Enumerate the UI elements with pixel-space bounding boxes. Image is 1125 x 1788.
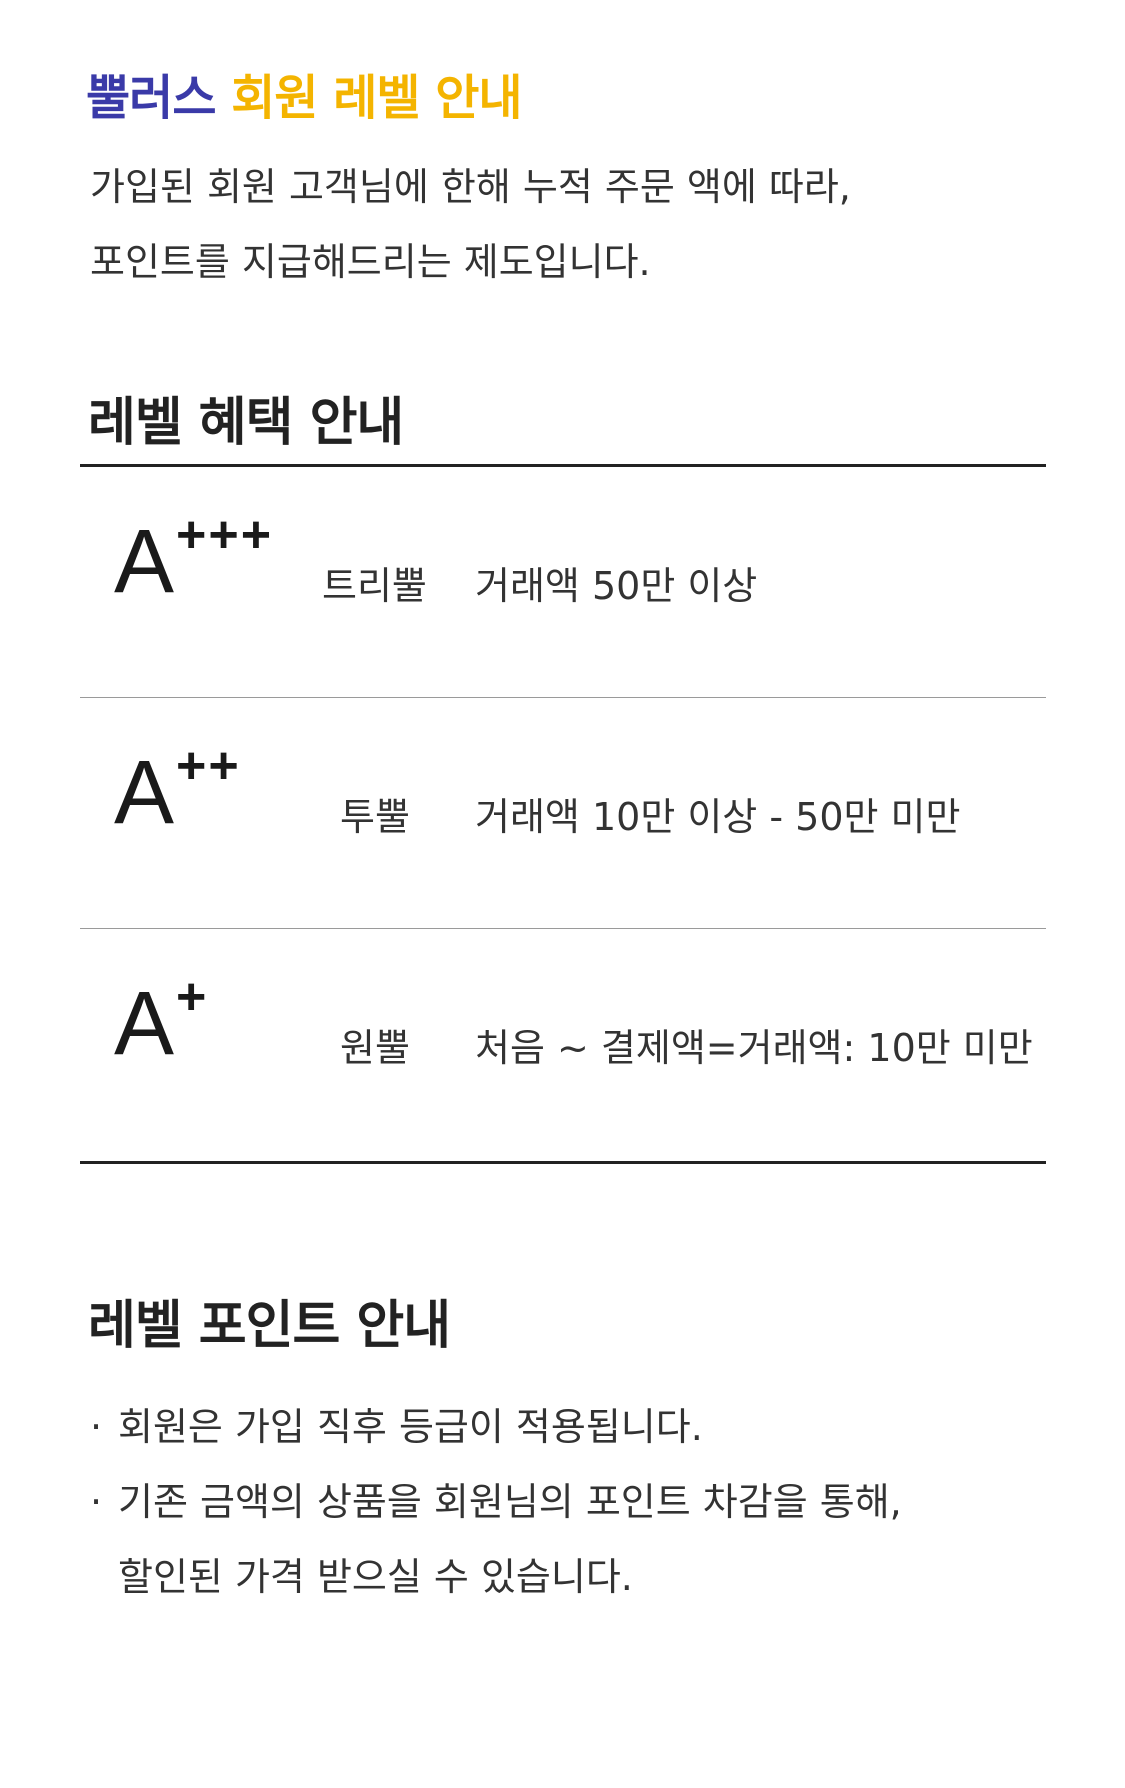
level-row-double: A++ 투뿔 거래액 10만 이상 - 50만 미만 [80,698,1046,928]
intro-text: 가입된 회원 고객님에 한해 누적 주문 액에 따라, 포인트를 지급해드리는 … [90,150,851,300]
membership-level-page: 뿔러스 회원 레벨 안내 가입된 회원 고객님에 한해 누적 주문 액에 따라,… [0,0,1125,1788]
grade-condition: 처음 ~ 결제액=거래액: 10만 미만 [475,1026,1033,1070]
bullet-mark: · [90,1405,103,1449]
intro-line: 가입된 회원 고객님에 한해 누적 주문 액에 따라, [90,165,851,209]
grade-plus: ++ [176,737,241,795]
bullet-mark: · [90,1480,103,1524]
title-text: 회원 레벨 안내 [231,70,522,126]
table-bottom-divider [80,1161,1046,1164]
grade-badge: A++ [114,740,239,843]
grade-name: 원뿔 [340,1026,410,1070]
note-continuation: 할인된 가격 받으실 수 있습니다. [118,1555,633,1599]
note-text: 기존 금액의 상품을 회원님의 포인트 차감을 통해, [118,1480,902,1524]
level-row-triple: A+++ 트리뿔 거래액 50만 이상 [80,467,1046,697]
brand-name: 뿔러스 [86,70,216,126]
note-text: 회원은 가입 직후 등급이 적용됩니다. [118,1405,703,1449]
grade-letter: A [114,974,175,1074]
intro-line: 포인트를 지급해드리는 제도입니다. [90,240,651,284]
points-section-title: 레벨 포인트 안내 [88,1296,451,1356]
grade-badge: A+++ [114,509,271,612]
grade-condition: 거래액 10만 이상 - 50만 미만 [475,795,961,839]
grade-name: 투뿔 [340,795,410,839]
grade-badge: A+ [114,971,206,1074]
grade-plus: +++ [176,506,274,564]
grade-letter: A [114,743,175,843]
level-row-single: A+ 원뿔 처음 ~ 결제액=거래액: 10만 미만 [80,929,1046,1159]
note-item: · 회원은 가입 직후 등급이 적용됩니다. [90,1390,902,1465]
grade-plus: + [176,968,209,1026]
grade-condition: 거래액 50만 이상 [475,564,758,608]
grade-name: 트리뿔 [322,564,427,608]
benefit-section-title: 레벨 혜택 안내 [88,393,404,453]
grade-letter: A [114,512,175,612]
note-item: · 기존 금액의 상품을 회원님의 포인트 차감을 통해, [90,1465,902,1540]
points-notes: · 회원은 가입 직후 등급이 적용됩니다. · 기존 금액의 상품을 회원님의 포… [90,1390,902,1615]
page-title: 뿔러스 회원 레벨 안내 [86,58,523,128]
